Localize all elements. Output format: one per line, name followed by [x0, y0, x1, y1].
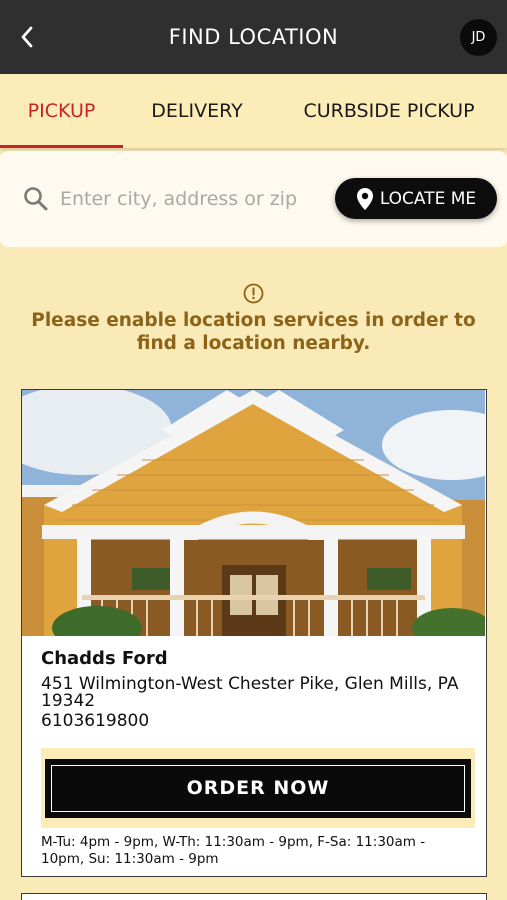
locate-me-label: LOCATE ME — [379, 188, 477, 209]
tab-delivery[interactable]: DELIVERY — [123, 74, 271, 148]
location-name: Chadds Ford — [41, 648, 168, 669]
order-now-label: ORDER NOW — [186, 777, 330, 799]
search-input[interactable] — [60, 181, 328, 217]
location-card[interactable] — [21, 893, 487, 900]
search-icon — [24, 187, 48, 211]
back-button[interactable] — [14, 24, 40, 50]
location-phone[interactable]: 6103619800 — [41, 711, 149, 731]
tab-curbside-pickup[interactable]: CURBSIDE PICKUP — [271, 74, 507, 148]
info-circle-icon — [243, 283, 264, 304]
tab-pickup[interactable]: PICKUP — [0, 74, 123, 148]
page-title: FIND LOCATION — [168, 25, 339, 49]
location-address: 451 Wilmington-West Chester Pike, Glen M… — [41, 674, 459, 711]
order-type-tabs: PICKUP DELIVERY CURBSIDE PICKUP — [0, 74, 507, 148]
location-card[interactable]: Chadds Ford 451 Wilmington-West Chester … — [21, 389, 487, 877]
app-header: FIND LOCATION JD — [0, 0, 507, 74]
location-pin-icon — [356, 187, 373, 210]
location-services-notice: Please enable location services in order… — [31, 310, 476, 354]
locate-me-button[interactable]: LOCATE ME — [335, 178, 497, 219]
chevron-left-icon — [21, 26, 33, 48]
order-button-container: ORDER NOW — [41, 748, 475, 828]
user-avatar[interactable]: JD — [460, 19, 497, 56]
restaurant-building-photo — [22, 390, 485, 636]
order-now-button[interactable]: ORDER NOW — [45, 758, 471, 818]
location-hours: M-Tu: 4pm - 9pm, W-Th: 11:30am - 9pm, F-… — [41, 834, 426, 867]
